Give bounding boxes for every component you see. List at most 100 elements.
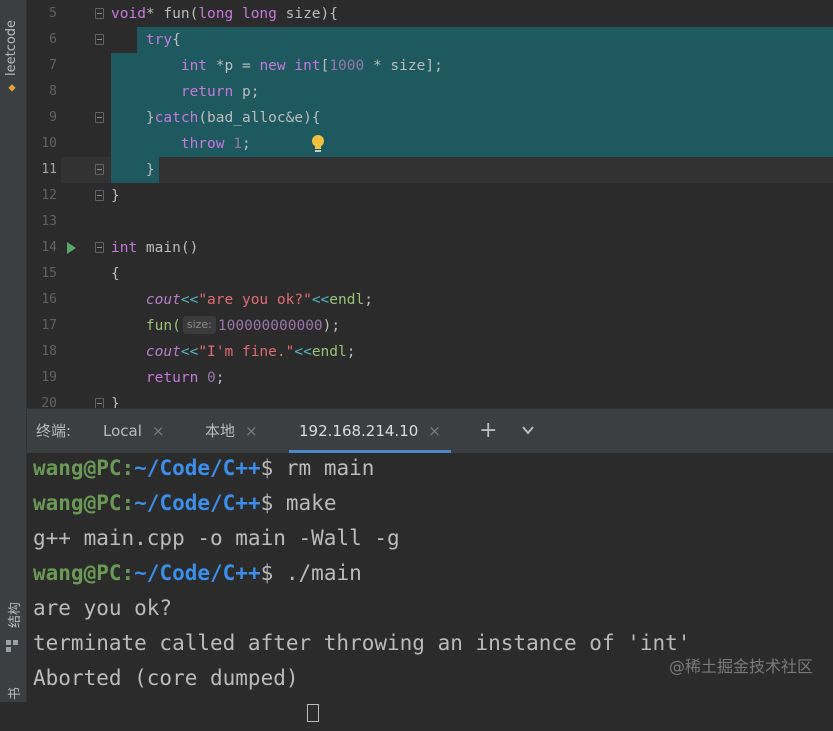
fold-icon[interactable]: [95, 8, 104, 19]
code-text: }: [111, 183, 120, 209]
code-line[interactable]: 7 int *p = new int[1000 * size];: [27, 53, 833, 79]
code-line[interactable]: 11 }: [27, 157, 833, 183]
code-line[interactable]: 13: [27, 209, 833, 235]
fold-icon[interactable]: [95, 190, 104, 201]
terminal-output-line: are you ok?: [33, 596, 173, 620]
code-token: new: [259, 58, 286, 74]
prompt-user: wang@PC:: [33, 456, 135, 480]
code-text: int *p = new int[1000 * size];: [111, 53, 443, 79]
code-token: 0: [207, 370, 216, 386]
terminal-output[interactable]: @稀土掘金技术社区 wang@PC:~/Code/C++$ rm main wan…: [27, 451, 833, 722]
terminal-tab-bar: 终端: Local × 本地 × 192.168.214.10 × +: [27, 408, 833, 454]
code-token: catch: [154, 110, 199, 126]
line-number: 8: [49, 84, 57, 99]
code-token: <<: [311, 292, 330, 308]
parameter-hint: size:: [182, 316, 216, 334]
lightbulb-icon[interactable]: [310, 134, 326, 154]
fold-icon[interactable]: [95, 112, 104, 123]
terminal-prompt-line: wang@PC:~/Code/C++$ make: [33, 486, 336, 521]
code-line[interactable]: 5 void* fun(long long size){: [27, 1, 833, 27]
code-token: * size];: [364, 58, 443, 74]
code-line[interactable]: 16 cout<<"are you ok?"<<endl;: [27, 287, 833, 313]
terminal-prompt-line: wang@PC:~/Code/C++$ ./main: [33, 556, 362, 591]
code-token: }: [111, 162, 155, 178]
line-number: 14: [41, 240, 57, 255]
code-line[interactable]: 15 {: [27, 261, 833, 287]
command-text: rm main: [273, 456, 375, 480]
code-line[interactable]: 17 fun(size: 100000000000);: [27, 313, 833, 339]
code-line[interactable]: 20}: [27, 391, 833, 408]
fold-icon[interactable]: [95, 242, 104, 253]
code-token: return: [145, 370, 199, 386]
code-text: try{: [111, 27, 181, 53]
line-number: 12: [41, 188, 57, 203]
run-gutter-icon[interactable]: [67, 242, 76, 254]
code-token: ;: [364, 292, 373, 308]
structure-grid-icon: [6, 640, 18, 652]
code-line[interactable]: 18 cout<<"I'm fine."<<endl;: [27, 339, 833, 365]
code-token: throw: [180, 136, 225, 152]
code-token: int: [180, 58, 208, 74]
code-token: {: [111, 266, 120, 282]
terminal-label: 终端:: [36, 422, 72, 440]
tab-remote-host[interactable]: 192.168.214.10 ×: [289, 409, 451, 453]
code-line[interactable]: 9 }catch(bad_alloc&e){: [27, 105, 833, 131]
command-text: make: [273, 491, 337, 515]
code-token: endl: [329, 292, 365, 308]
terminal-output-line: Aborted (core dumped): [33, 666, 299, 690]
code-text: void* fun(long long size){: [111, 1, 338, 27]
close-icon[interactable]: ×: [428, 422, 441, 440]
code-text: int main(): [111, 235, 198, 261]
line-number: 13: [41, 214, 57, 229]
code-line[interactable]: 19 return 0;: [27, 365, 833, 391]
code-line[interactable]: 14 int main(): [27, 235, 833, 261]
code-line[interactable]: 10 throw 1;: [27, 131, 833, 157]
line-number: 17: [41, 318, 57, 333]
line-number: 11: [41, 162, 57, 177]
code-token: "I'm fine.": [198, 344, 295, 360]
code-token: 100000000000: [217, 318, 323, 334]
code-token: [: [320, 58, 330, 74]
code-token: int: [111, 240, 138, 256]
tab-local[interactable]: Local ×: [103, 409, 164, 453]
code-line[interactable]: 6 try{: [27, 27, 833, 53]
selection-highlight: [137, 27, 833, 53]
code-token: cout: [145, 344, 181, 360]
fold-icon[interactable]: [95, 164, 104, 175]
prompt-symbol: $: [260, 456, 274, 480]
code-line[interactable]: 12}: [27, 183, 833, 209]
project-tool-tab[interactable]: leetcode: [2, 8, 24, 78]
terminal-output-line: g++ main.cpp -o main -Wall -g: [33, 526, 400, 550]
code-token: 1: [233, 136, 242, 152]
code-token: try: [145, 32, 173, 48]
chevron-down-icon[interactable]: [521, 423, 535, 437]
terminal-prompt-line: wang@PC:~/Code/C++$ rm main: [33, 451, 374, 486]
code-token: p;: [233, 84, 260, 100]
fold-icon[interactable]: [95, 34, 104, 45]
tab-bendi[interactable]: 本地 ×: [205, 409, 258, 453]
command-text: ./main: [273, 561, 362, 585]
structure-tool-tab[interactable]: 结构: [2, 590, 24, 630]
add-terminal-icon[interactable]: +: [479, 409, 497, 453]
fold-icon[interactable]: [95, 398, 104, 408]
line-number: 18: [41, 344, 57, 359]
close-icon[interactable]: ×: [245, 422, 258, 440]
line-number: 16: [41, 292, 57, 307]
project-folder-icon: ◆: [8, 80, 16, 94]
code-editor[interactable]: 5 void* fun(long long size){6 try{7 int *…: [27, 0, 833, 408]
code-text: throw 1;: [111, 131, 251, 157]
line-number: 6: [49, 32, 57, 47]
code-token: 1000: [329, 58, 365, 74]
bookmarks-tool-tab[interactable]: 书: [2, 680, 24, 702]
close-icon[interactable]: ×: [152, 422, 165, 440]
code-token: *p =: [207, 58, 260, 74]
code-line[interactable]: 8 return p;: [27, 79, 833, 105]
code-token: (bad_alloc&e){: [198, 110, 321, 126]
cursor-block: [307, 704, 319, 722]
